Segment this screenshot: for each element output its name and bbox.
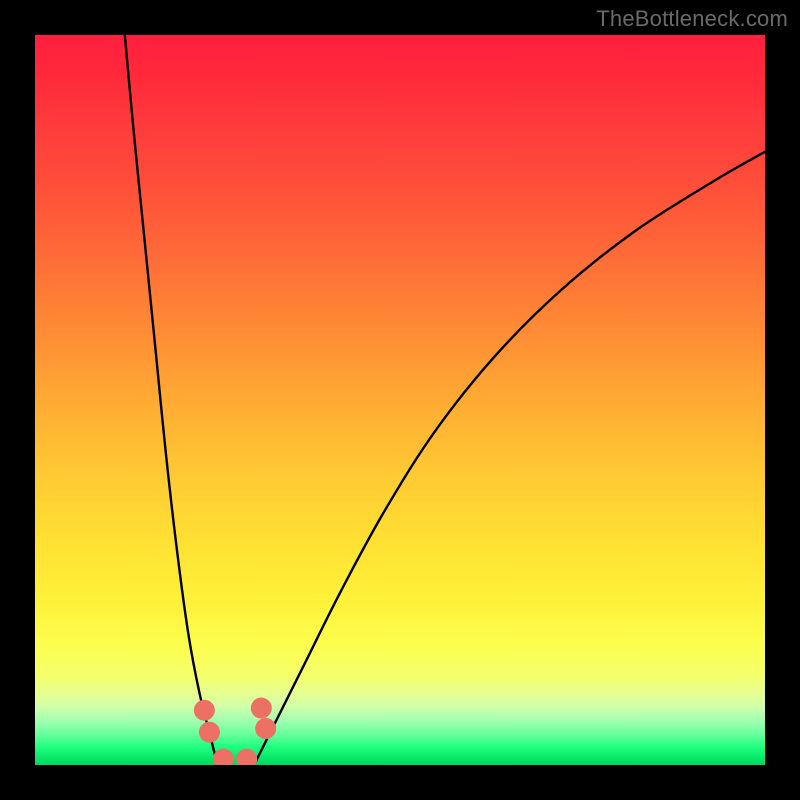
watermark-text: TheBottleneck.com (596, 6, 788, 32)
series-group (125, 35, 765, 765)
chart-container: TheBottleneck.com (0, 0, 800, 800)
series-right-branch (254, 152, 765, 765)
marker-bottom-left (213, 749, 234, 765)
marker-right-upper (251, 698, 272, 719)
series-left-branch (125, 35, 218, 765)
marker-right-lower (255, 718, 276, 739)
marker-group (194, 698, 276, 765)
plot-area (35, 35, 765, 765)
marker-left-lower (199, 722, 220, 743)
marker-bottom-right (236, 749, 257, 765)
marker-left-upper (194, 700, 215, 721)
chart-svg (35, 35, 765, 765)
